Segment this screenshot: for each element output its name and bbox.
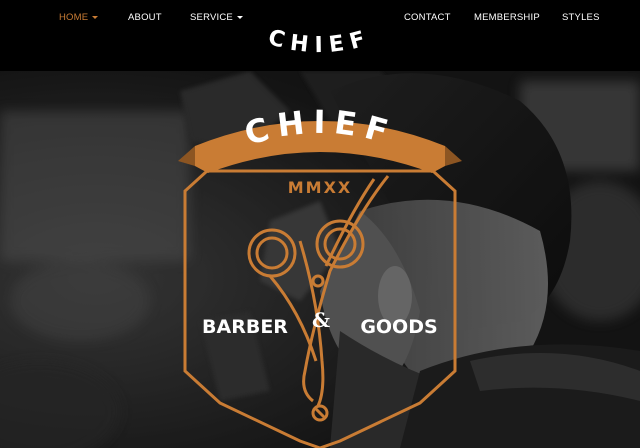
nav-home-label: HOME bbox=[59, 12, 89, 23]
svg-text:CHIEF: CHIEF bbox=[265, 25, 374, 58]
brand-logo[interactable]: CHIEF bbox=[250, 22, 390, 62]
nav-contact[interactable]: CONTACT bbox=[404, 12, 451, 23]
chevron-down-icon bbox=[92, 16, 99, 19]
nav-about-label: ABOUT bbox=[128, 12, 162, 23]
badge-left-word: BARBER bbox=[202, 316, 288, 338]
nav-service[interactable]: SERVICE bbox=[190, 12, 243, 23]
nav-contact-label: CONTACT bbox=[404, 12, 451, 23]
badge-year: MMXX bbox=[288, 178, 353, 197]
barber-badge-logo: CHIEF MMXX BARBER GOODS & bbox=[178, 103, 462, 448]
top-navigation: HOME ABOUT SERVICE CONTACT MEMBERSHIP ST… bbox=[0, 0, 640, 71]
nav-home[interactable]: HOME bbox=[59, 12, 99, 23]
scissors-icon bbox=[247, 175, 390, 422]
brand-logo-text: CHIEF bbox=[265, 25, 367, 58]
hero-section: CHIEF MMXX BARBER GOODS & bbox=[0, 71, 640, 448]
nav-styles-label: STYLES bbox=[562, 12, 600, 23]
nav-service-label: SERVICE bbox=[190, 12, 233, 23]
badge-right-word: GOODS bbox=[360, 316, 437, 338]
nav-about[interactable]: ABOUT bbox=[128, 12, 162, 23]
nav-membership-label: MEMBERSHIP bbox=[474, 12, 540, 23]
badge-ampersand: & bbox=[312, 308, 330, 332]
chevron-down-icon bbox=[236, 16, 243, 19]
nav-styles[interactable]: STYLES bbox=[562, 12, 600, 23]
page: HOME ABOUT SERVICE CONTACT MEMBERSHIP ST… bbox=[0, 0, 640, 448]
nav-membership[interactable]: MEMBERSHIP bbox=[474, 12, 540, 23]
